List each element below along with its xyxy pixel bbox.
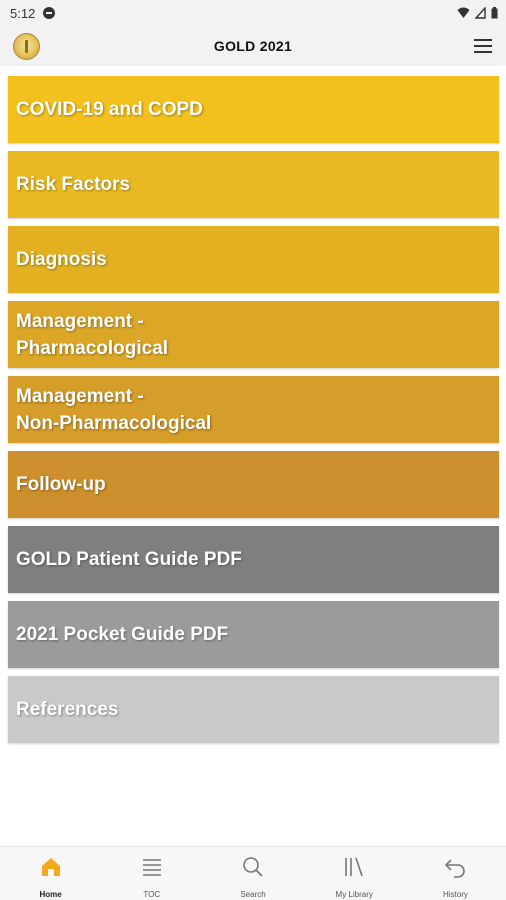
menu-tile[interactable]: 2021 Pocket Guide PDF [8,601,499,668]
battery-icon [491,7,498,19]
nav-label: Search [240,890,266,899]
nav-label: History [442,890,468,899]
signal-icon [475,7,486,19]
menu-tile-label: 2021 Pocket Guide PDF [16,624,229,645]
menu-tile-label: GOLD Patient Guide PDF [16,549,242,570]
home-icon [39,855,63,884]
nav-label: Home [39,890,62,899]
menu-tile-label: Management - Non-Pharmacological [16,385,212,434]
status-icons [457,7,498,19]
nav-search[interactable]: Search [202,847,303,900]
bottom-navigation: Home TOC Search My Library History [0,846,506,900]
menu-tile[interactable]: Management - Pharmacological [8,301,499,368]
menu-tile-label: COVID-19 and COPD [16,99,203,120]
menu-tile[interactable]: References [8,676,499,743]
do-not-disturb-icon [43,7,56,19]
menu-tile[interactable]: GOLD Patient Guide PDF [8,526,499,593]
menu-tile-label: Follow-up [16,474,106,495]
gold-logo-icon[interactable] [13,33,40,60]
status-bar: 5:12 [0,0,506,26]
undo-icon [443,855,467,884]
menu-tile[interactable]: Management - Non-Pharmacological [8,376,499,443]
chapter-list: COVID-19 and COPD Risk Factors Diagnosis Ma… [8,76,499,751]
menu-tile[interactable]: Follow-up [8,451,499,518]
status-time: 5:12 [10,5,36,21]
menu-tile-label: Management - Pharmacological [16,310,169,359]
list-icon [140,855,164,884]
app-bar: GOLD 2021 [0,26,506,66]
page-title: GOLD 2021 [213,38,293,54]
menu-tile[interactable]: Risk Factors [8,151,499,218]
menu-tile-label: References [16,699,119,720]
menu-tile-label: Diagnosis [16,249,107,270]
nav-label: My Library [335,890,373,899]
nav-toc[interactable]: TOC [101,847,202,900]
hamburger-menu-icon[interactable] [474,39,492,53]
wifi-icon [457,7,470,18]
nav-label: TOC [143,890,161,899]
menu-tile[interactable]: Diagnosis [8,226,499,293]
search-icon [241,855,265,884]
nav-my-library[interactable]: My Library [304,847,405,900]
menu-tile[interactable]: COVID-19 and COPD [8,76,499,143]
menu-tile-label: Risk Factors [16,174,131,195]
nav-history[interactable]: History [405,847,506,900]
library-icon [342,855,366,884]
nav-home[interactable]: Home [0,847,101,900]
